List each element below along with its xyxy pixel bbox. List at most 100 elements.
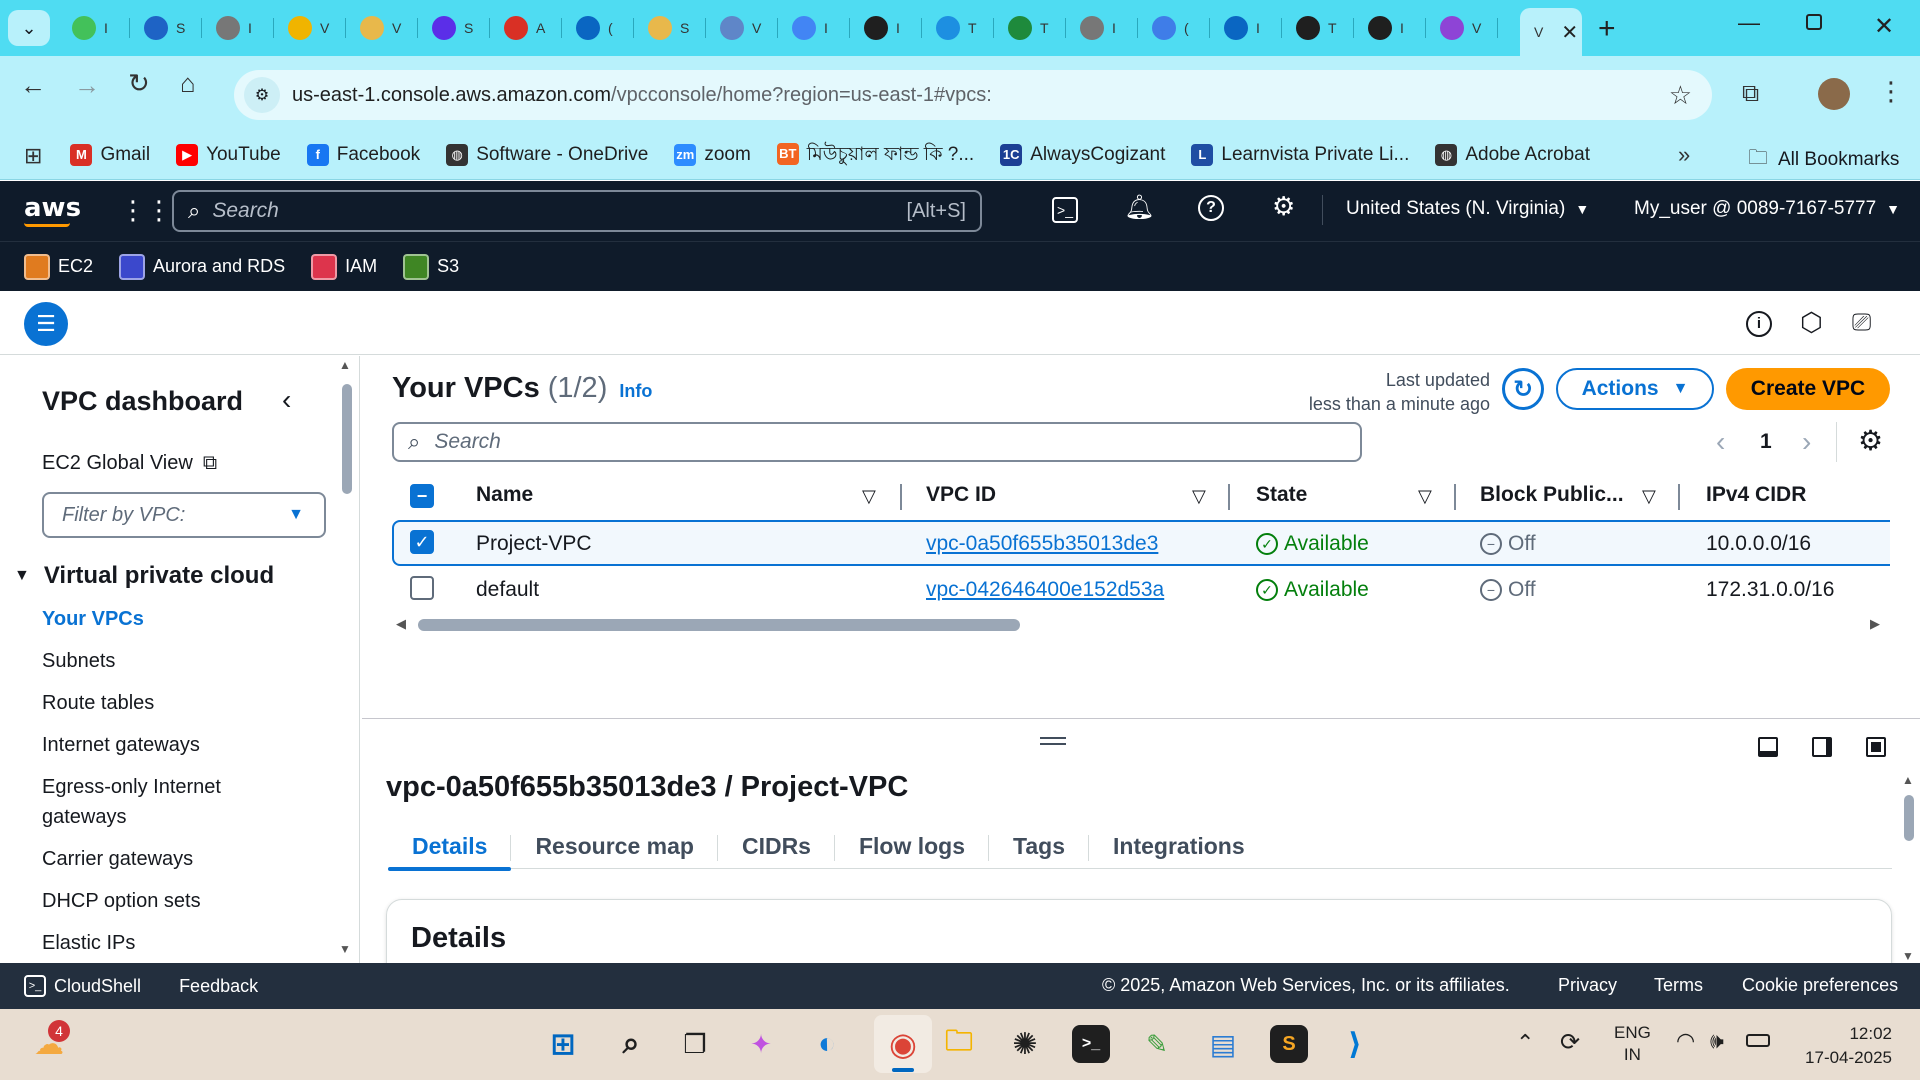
sidebar-scrollbar[interactable]: ▲ ▼ <box>339 356 354 963</box>
sidebar-item-internet-gateways[interactable]: Internet gateways <box>42 734 200 757</box>
nav-menu-button[interactable]: ☰ <box>24 302 68 346</box>
browser-tab[interactable]: S <box>132 8 202 48</box>
sort-caret-icon[interactable]: ▽ <box>1418 486 1432 507</box>
browser-tab[interactable]: I <box>1068 8 1138 48</box>
feedback-link[interactable]: Feedback <box>179 976 258 997</box>
sublime-icon[interactable]: S <box>1270 1025 1308 1063</box>
bookmark-item[interactable]: ◍ Adobe Acrobat <box>1435 144 1590 167</box>
more-bookmarks-icon[interactable]: » <box>1678 142 1690 168</box>
prev-page-icon[interactable]: ‹ <box>1716 426 1725 458</box>
table-horizontal-scrollbar[interactable] <box>418 619 1020 631</box>
sort-caret-icon[interactable]: ▽ <box>1642 486 1656 507</box>
wifi-icon[interactable]: ◠ <box>1676 1028 1695 1054</box>
filter-by-vpc-select[interactable]: Filter by VPC: ▼ <box>42 492 326 538</box>
tab-integrations[interactable]: Integrations <box>1089 825 1269 869</box>
profile-avatar[interactable] <box>1818 78 1850 110</box>
battery-icon[interactable] <box>1746 1034 1770 1047</box>
browser-menu-icon[interactable]: ⋮ <box>1878 76 1904 107</box>
bookmark-item[interactable]: M Gmail <box>70 144 150 167</box>
column-divider[interactable] <box>1678 484 1680 510</box>
sidebar-item-carrier-gateways[interactable]: Carrier gateways <box>42 848 193 871</box>
browser-tab[interactable]: I <box>60 8 130 48</box>
browser-tab[interactable]: I <box>204 8 274 48</box>
sidebar-item-dhcp-option-sets[interactable]: DHCP option sets <box>42 890 201 913</box>
browser-tab[interactable]: T <box>924 8 994 48</box>
region-selector[interactable]: United States (N. Virginia) ▼ <box>1346 198 1589 220</box>
all-bookmarks-button[interactable]: 🗀 All Bookmarks <box>1748 143 1899 177</box>
vpc-search-input[interactable]: ⌕ Search <box>392 422 1362 462</box>
home-icon[interactable]: ⌂ <box>180 68 196 99</box>
split-side-icon[interactable] <box>1812 737 1832 757</box>
help-icon[interactable]: ? <box>1198 195 1224 221</box>
notepad-icon[interactable]: ▤ <box>1204 1025 1242 1063</box>
sidebar-item-elastic-ips[interactable]: Elastic IPs <box>42 932 135 955</box>
cloudshell-button[interactable]: >_ CloudShell <box>24 975 141 997</box>
chatgpt-icon[interactable]: ✺ <box>1006 1025 1044 1063</box>
select-all-checkbox[interactable]: − <box>410 484 434 508</box>
browser-tab[interactable]: ( <box>1140 8 1210 48</box>
apps-grid-icon[interactable]: ⊞ <box>24 143 42 169</box>
tab-resource-map[interactable]: Resource map <box>511 825 718 869</box>
browser-tab[interactable]: I <box>780 8 850 48</box>
bookmark-item[interactable]: f Facebook <box>306 144 420 167</box>
sort-caret-icon[interactable]: ▽ <box>862 486 876 507</box>
browser-tab[interactable]: V <box>348 8 418 48</box>
restore-icon[interactable] <box>1806 14 1822 30</box>
site-settings-icon[interactable]: ⚙ <box>244 77 280 113</box>
feedback-screen-icon[interactable]: ⎚ <box>1852 309 1871 337</box>
aws-logo-icon[interactable]: aws <box>24 193 81 223</box>
edge-icon[interactable]: ◐ <box>808 1025 846 1063</box>
taskbar-search-icon[interactable]: ⌕ <box>612 1025 650 1063</box>
account-menu[interactable]: My_user @ 0089-7167-5777 ▼ <box>1634 198 1900 220</box>
favorite-service-iam[interactable]: IAM <box>311 253 377 280</box>
browser-tab[interactable]: V <box>708 8 778 48</box>
browser-tab[interactable]: ( <box>564 8 634 48</box>
close-tab-icon[interactable]: ✕ <box>1561 20 1578 45</box>
close-window-icon[interactable]: ✕ <box>1874 12 1894 41</box>
forward-icon[interactable]: → <box>74 70 100 101</box>
table-preferences-gear-icon[interactable]: ⚙ <box>1858 424 1883 457</box>
task-view-icon[interactable]: ❐ <box>676 1025 714 1063</box>
bookmark-item[interactable]: BT মিউচুয়াল ফান্ড কি ?... <box>776 140 974 172</box>
column-divider[interactable] <box>1454 484 1456 510</box>
page-number[interactable]: 1 <box>1760 430 1772 454</box>
notepadplus-icon[interactable]: ✎ <box>1138 1025 1176 1063</box>
scroll-left-icon[interactable]: ◀ <box>396 616 406 632</box>
copilot-icon[interactable]: ✦ <box>742 1025 780 1063</box>
collapse-sidebar-icon[interactable]: ‹ <box>282 384 291 416</box>
aws-search-input[interactable]: ⌕ Search [Alt+S] <box>172 190 982 232</box>
address-bar[interactable]: ⚙ us-east-1.console.aws.amazon.com/vpcco… <box>234 70 1712 120</box>
browser-tab[interactable]: T <box>996 8 1066 48</box>
refresh-button[interactable]: ↻ <box>1502 368 1544 410</box>
browser-tab[interactable]: A <box>492 8 562 48</box>
row-checkbox[interactable]: ✓ <box>410 530 434 554</box>
sidebar-title[interactable]: VPC dashboard <box>42 386 243 417</box>
settings-gear-icon[interactable]: ⚙ <box>1272 191 1295 222</box>
browser-tab[interactable]: I <box>852 8 922 48</box>
vpc-section-header[interactable]: ▼ Virtual private cloud <box>14 562 274 590</box>
split-bottom-icon[interactable] <box>1758 737 1778 757</box>
new-tab-icon[interactable]: + <box>1598 12 1616 46</box>
clock[interactable]: 12:02 17-04-2025 <box>1792 1022 1892 1070</box>
browser-tab[interactable]: I <box>1212 8 1282 48</box>
browser-tab[interactable]: S <box>420 8 490 48</box>
hexagon-icon[interactable]: ⬡ <box>1800 307 1823 338</box>
row-checkbox[interactable] <box>410 576 434 600</box>
column-divider[interactable] <box>1228 484 1230 510</box>
column-header-ipv4-cidr[interactable]: IPv4 CIDR <box>1706 483 1806 507</box>
terms-link[interactable]: Terms <box>1654 975 1703 996</box>
favorite-service-ec2[interactable]: EC2 <box>24 253 93 280</box>
column-header-name[interactable]: Name <box>476 483 533 507</box>
column-header-vpc-id[interactable]: VPC ID <box>926 483 996 507</box>
split-scrollbar[interactable]: ▲ ▼ <box>1902 773 1916 963</box>
bookmark-star-icon[interactable]: ☆ <box>1669 80 1692 111</box>
bookmark-item[interactable]: ◍ Software - OneDrive <box>446 144 648 167</box>
privacy-link[interactable]: Privacy <box>1558 975 1617 996</box>
language-indicator[interactable]: ENG IN <box>1614 1022 1651 1066</box>
volume-icon[interactable]: 🕪 <box>1710 1028 1724 1054</box>
terminal-icon[interactable]: >_ <box>1072 1025 1110 1063</box>
vpc-id-link[interactable]: vpc-042646400e152d53a <box>926 578 1164 602</box>
info-link[interactable]: Info <box>619 381 652 402</box>
ec2-global-view-link[interactable]: EC2 Global View ⧉ <box>42 452 217 475</box>
minimize-icon[interactable]: — <box>1738 10 1760 36</box>
